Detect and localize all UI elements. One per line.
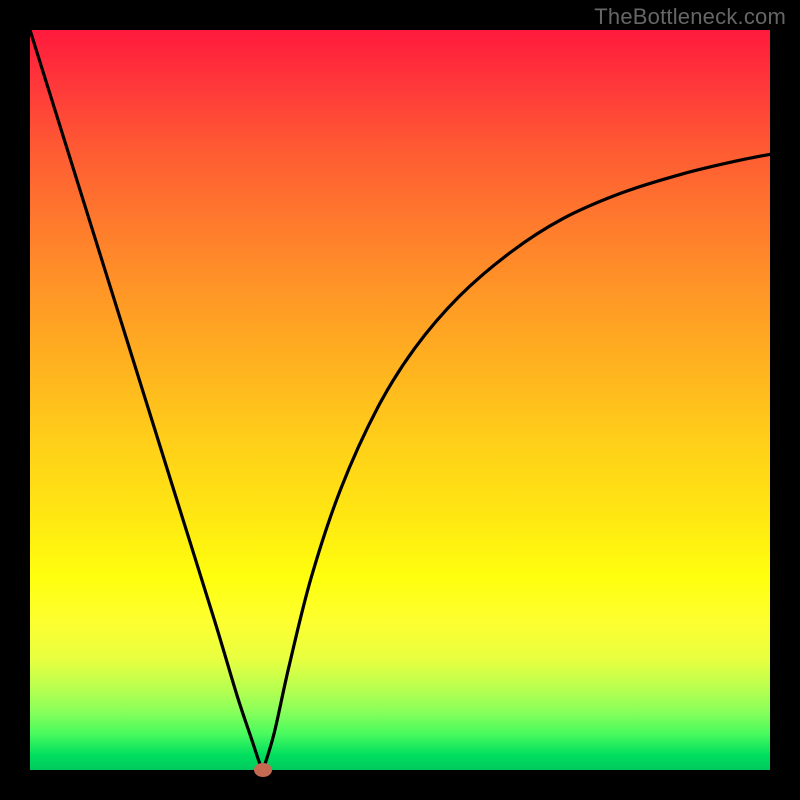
- bottleneck-curve: [30, 30, 770, 770]
- plot-area: [30, 30, 770, 770]
- minimum-marker: [254, 763, 272, 777]
- curve-path: [30, 30, 770, 773]
- watermark-text: TheBottleneck.com: [594, 4, 786, 30]
- chart-frame: TheBottleneck.com: [0, 0, 800, 800]
